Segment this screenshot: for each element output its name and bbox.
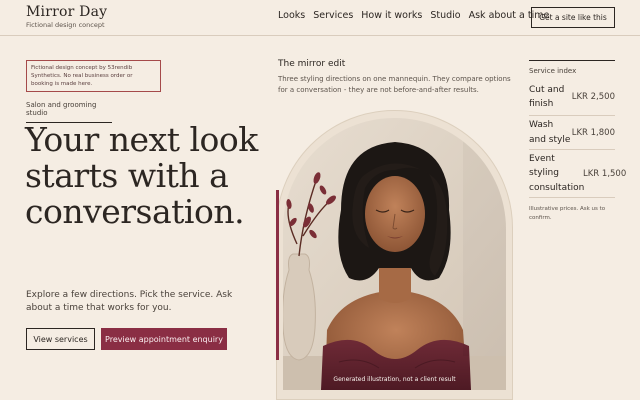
brand-tagline: Fictional design concept [26, 21, 105, 29]
fictional-notice: Fictional design concept by 53rendib Syn… [26, 60, 161, 92]
service-index-heading: Service index [529, 60, 615, 75]
mirror-edit-description: Three styling directions on one mannequi… [278, 75, 511, 94]
site-header: Mirror Day Fictional design concept Look… [0, 0, 640, 36]
service-price: LKR 2,500 [571, 92, 615, 102]
service-name: Event styling consultation [529, 153, 585, 193]
service-name: Wash and style [529, 120, 571, 145]
service-item[interactable]: Event styling consultation LKR 1,500 [529, 150, 626, 198]
brand-name[interactable]: Mirror Day [26, 5, 107, 20]
view-services-button[interactable]: View services [26, 328, 95, 350]
service-name: Cut and finish [529, 84, 565, 110]
accent-bar [276, 190, 279, 360]
service-price: LKR 1,500 [583, 168, 627, 179]
nav-link-looks[interactable]: Looks [278, 10, 305, 21]
service-item[interactable]: Wash and style LKR 1,800 [529, 116, 615, 150]
mannequin-illustration [283, 118, 506, 390]
service-list: Cut and finish LKR 2,500 Wash and style … [529, 79, 626, 198]
service-item[interactable]: Cut and finish LKR 2,500 [529, 79, 615, 116]
preview-enquiry-button[interactable]: Preview appointment enquiry [101, 328, 227, 350]
price-note: Illustrative prices. Ask us to confirm. [529, 206, 606, 221]
hero-lede: Explore a few directions. Pick the servi… [26, 290, 233, 313]
brand[interactable]: Mirror Day Fictional design concept [26, 5, 107, 30]
nav-link-services[interactable]: Services [313, 10, 353, 21]
service-price: LKR 1,800 [571, 127, 615, 138]
nav-link-studio[interactable]: Studio [430, 10, 460, 21]
illustration-caption: Generated illustration, not a client res… [333, 376, 456, 383]
mirror-edit-title: The mirror edit [278, 59, 346, 69]
get-site-button[interactable]: Get a site like this [531, 7, 615, 28]
nav-link-how-it-works[interactable]: How it works [361, 10, 422, 21]
hero-headline: Your next look starts with a conversatio… [25, 120, 258, 231]
main-nav: Looks Services How it works Studio Ask a… [278, 10, 549, 21]
